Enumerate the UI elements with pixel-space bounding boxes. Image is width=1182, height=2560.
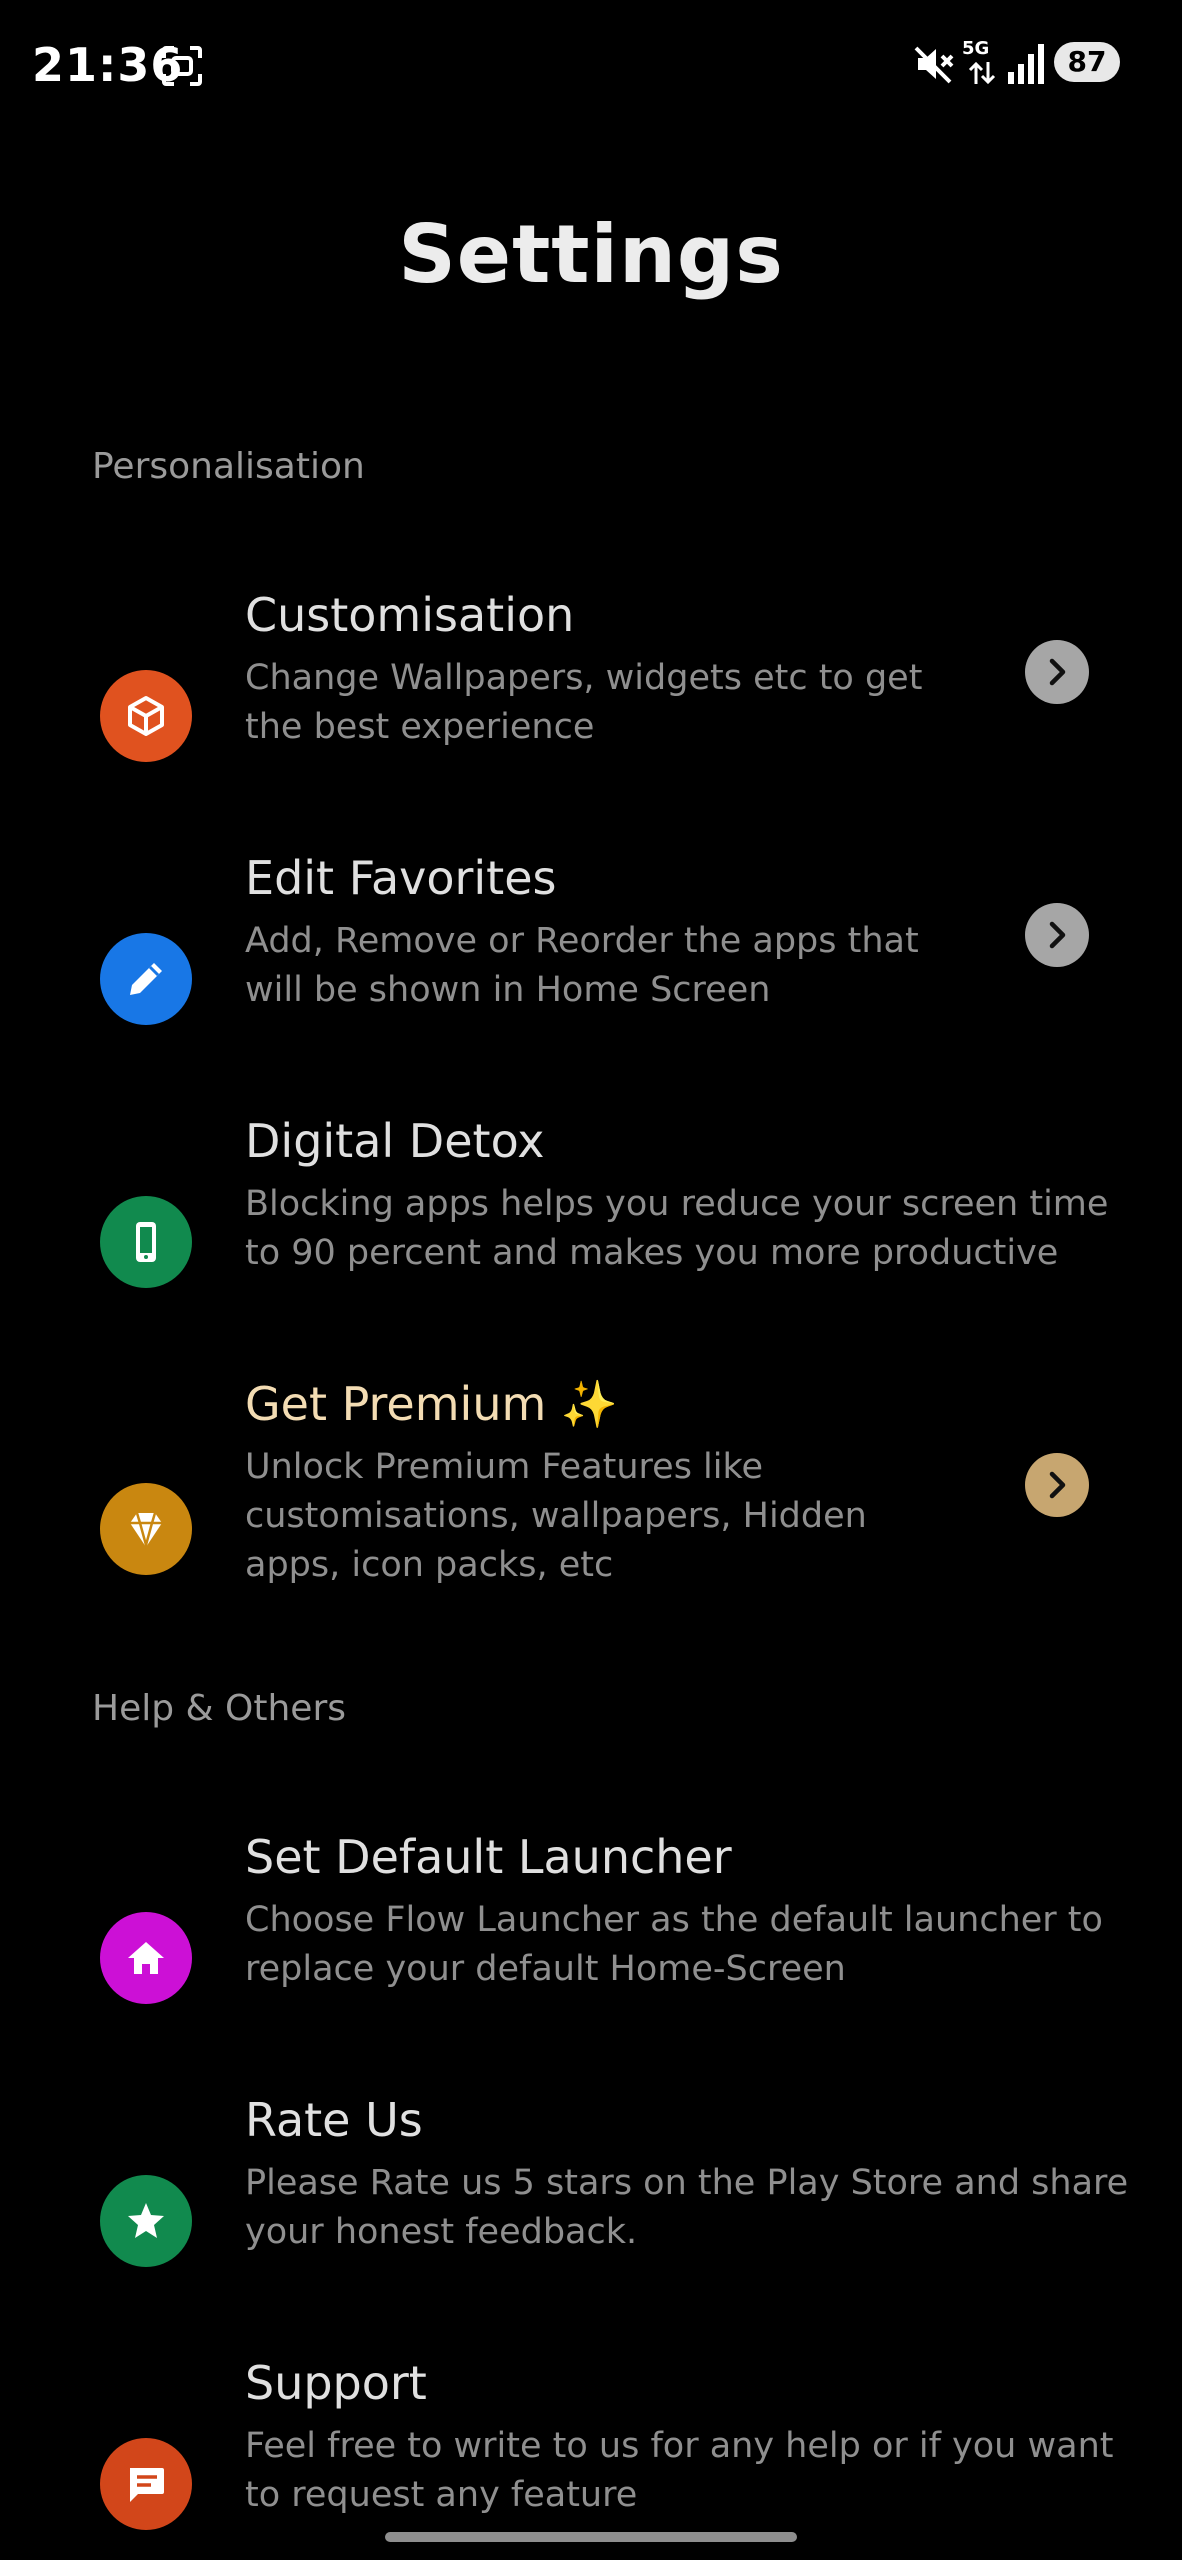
status-bar: 21:36 5G 87: [0, 0, 1182, 134]
section-header-help-others: Help & Others: [92, 1688, 347, 1729]
description-line: customisations, wallpapers, Hidden: [245, 1496, 867, 1536]
pencil-icon: [130, 963, 162, 995]
data-arrows-icon: [968, 61, 996, 85]
get-premium-icon-circle: [100, 1483, 192, 1575]
settings-item-rate-us[interactable]: Rate Us Please Rate us 5 stars on the Pl…: [0, 2093, 1182, 2267]
settings-item-support[interactable]: Support Feel free to write to us for any…: [0, 2356, 1182, 2530]
get-premium-chevron-button[interactable]: [1025, 1453, 1089, 1517]
digital-detox-description: Blocking apps helps you reduce your scre…: [245, 1180, 1108, 1278]
digital-detox-icon-circle: [100, 1196, 192, 1288]
support-icon-circle: [100, 2438, 192, 2530]
settings-item-edit-favorites[interactable]: Edit Favorites Add, Remove or Reorder th…: [0, 851, 1182, 1025]
settings-item-set-default-launcher[interactable]: Set Default Launcher Choose Flow Launche…: [0, 1830, 1182, 2004]
network-type: 5G: [962, 38, 990, 59]
description-line: your honest feedback.: [245, 2212, 638, 2252]
edit-favorites-description: Add, Remove or Reorder the apps that wil…: [245, 917, 919, 1015]
edit-favorites-icon-circle: [100, 933, 192, 1025]
settings-item-customisation[interactable]: Customisation Change Wallpapers, widgets…: [0, 588, 1182, 762]
description-line: the best experience: [245, 707, 595, 747]
support-description: Feel free to write to us for any help or…: [245, 2422, 1113, 2520]
star-icon: [128, 2203, 164, 2238]
customisation-description: Change Wallpapers, widgets etc to get th…: [245, 654, 922, 752]
set-default-launcher-title: Set Default Launcher: [245, 1830, 732, 1884]
settings-item-get-premium[interactable]: Get Premium ✨ Unlock Premium Features li…: [0, 1377, 1182, 1597]
status-icons: 5G 87: [882, 38, 1182, 94]
home-icon: [128, 1942, 164, 1974]
chevron-right-icon: [1049, 921, 1066, 949]
get-premium-description: Unlock Premium Features like customisati…: [245, 1443, 867, 1590]
description-line: Blocking apps helps you reduce your scre…: [245, 1184, 1109, 1224]
phone-icon: [136, 1222, 156, 1262]
description-line: Please Rate us 5 stars on the Play Store…: [245, 2163, 1129, 2203]
chevron-right-icon: [1049, 658, 1066, 686]
description-line: Unlock Premium Features like: [245, 1447, 764, 1487]
description-line: Feel free to write to us for any help or…: [245, 2426, 1114, 2466]
description-line: Choose Flow Launcher as the default laun…: [245, 1900, 1103, 1940]
description-line: Change Wallpapers, widgets etc to get: [245, 658, 923, 698]
page-title: Settings: [398, 208, 784, 301]
section-header-personalisation: Personalisation: [92, 446, 365, 487]
settings-item-digital-detox[interactable]: Digital Detox Blocking apps helps you re…: [0, 1114, 1182, 1288]
signal-icon: [1008, 44, 1044, 84]
customisation-chevron-button[interactable]: [1025, 640, 1089, 704]
cube-icon: [128, 696, 164, 736]
digital-detox-title: Digital Detox: [245, 1114, 545, 1168]
mute-icon: [914, 46, 954, 84]
description-line: replace your default Home-Screen: [245, 1949, 846, 1989]
rate-us-title: Rate Us: [245, 2093, 423, 2147]
chat-icon: [130, 2468, 164, 2502]
customisation-icon-circle: [100, 670, 192, 762]
rate-us-description: Please Rate us 5 stars on the Play Store…: [245, 2159, 1128, 2257]
customisation-title: Customisation: [245, 588, 575, 642]
description-line: to request any feature: [245, 2475, 638, 2515]
set-default-launcher-description: Choose Flow Launcher as the default laun…: [245, 1896, 1103, 1994]
edit-favorites-title: Edit Favorites: [245, 851, 557, 905]
description-line: to 90 percent and makes you more product…: [245, 1233, 1059, 1273]
edit-favorites-chevron-button[interactable]: [1025, 903, 1089, 967]
description-line: Add, Remove or Reorder the apps that: [245, 921, 919, 961]
rate-us-icon-circle: [100, 2175, 192, 2267]
screen-record-icon: [162, 46, 202, 86]
description-line: will be shown in Home Screen: [245, 970, 771, 1010]
get-premium-title: Get Premium ✨: [245, 1377, 619, 1431]
home-indicator[interactable]: [385, 2532, 797, 2542]
support-title: Support: [245, 2356, 427, 2410]
description-line: apps, icon packs, etc: [245, 1545, 614, 1585]
battery-indicator: 87: [1054, 42, 1120, 82]
chevron-right-icon: [1049, 1471, 1066, 1499]
diamond-icon: [130, 1512, 162, 1550]
set-default-launcher-icon-circle: [100, 1912, 192, 2004]
